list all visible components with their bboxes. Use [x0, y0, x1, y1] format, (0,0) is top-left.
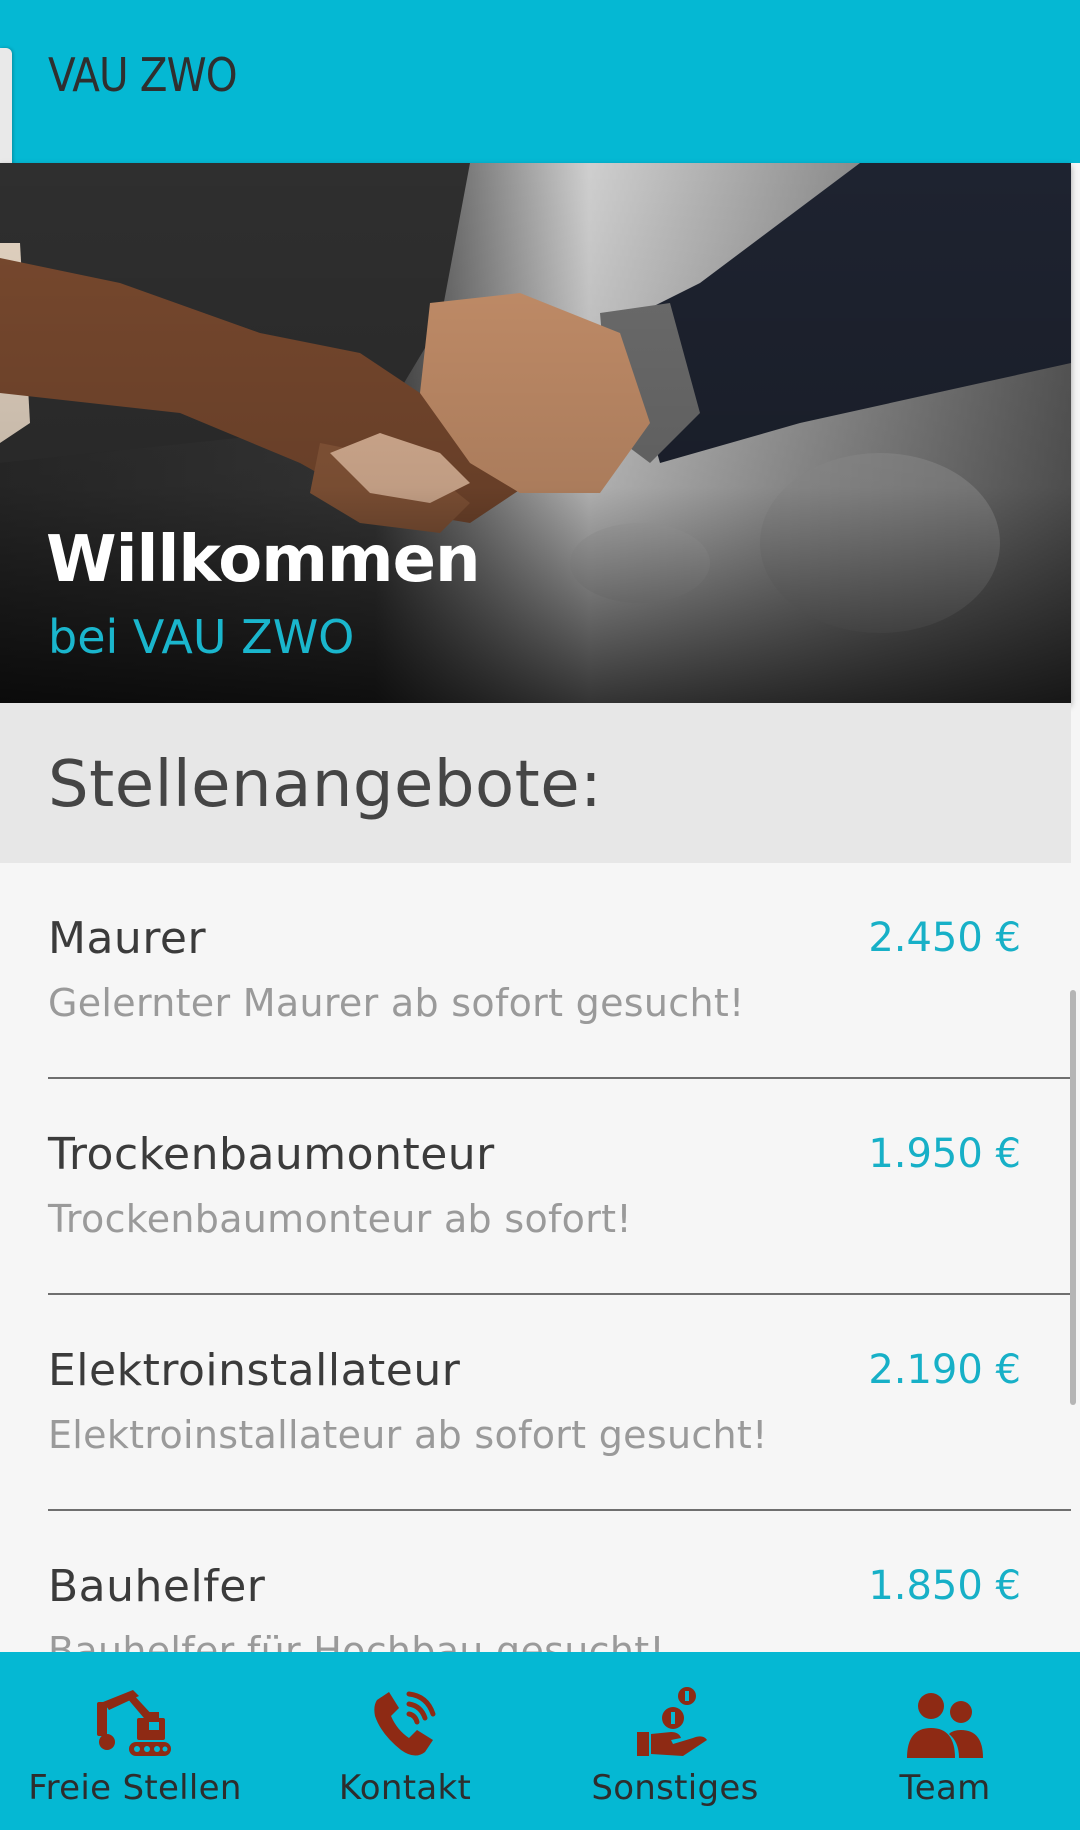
phone-icon: [374, 1691, 436, 1756]
job-title: Trockenbaumonteur: [48, 1129, 495, 1180]
nav-item-sonstiges[interactable]: Sonstiges: [540, 1652, 810, 1830]
scrollbar[interactable]: [1070, 990, 1076, 1405]
job-list: Maurer 2.450 € Gelernter Maurer ab sofor…: [0, 863, 1071, 1653]
nav-item-freie-stellen[interactable]: Freie Stellen: [0, 1652, 270, 1830]
hero-subtitle: bei VAU ZWO: [48, 610, 355, 664]
job-title: Maurer: [48, 913, 207, 964]
job-title: Bauhelfer: [48, 1561, 266, 1612]
job-salary: 2.450 €: [868, 915, 1021, 961]
nav-item-team[interactable]: Team: [810, 1652, 1080, 1830]
job-description: Gelernter Maurer ab sofort gesucht!: [48, 981, 745, 1025]
job-description: Bauhelfer für Hochbau gesucht!: [48, 1629, 665, 1653]
job-list-item[interactable]: Trockenbaumonteur 1.950 € Trockenbaumont…: [0, 1079, 1071, 1295]
job-salary: 1.950 €: [868, 1131, 1021, 1177]
job-list-item[interactable]: Maurer 2.450 € Gelernter Maurer ab sofor…: [0, 863, 1071, 1079]
job-salary: 2.190 €: [868, 1347, 1021, 1393]
app-bar: VAU ZWO: [0, 0, 1080, 163]
bottom-navigation: Freie Stellen Kontakt Sonstiges Team: [0, 1652, 1080, 1830]
nav-label: Kontakt: [338, 1768, 472, 1808]
nav-item-kontakt[interactable]: Kontakt: [270, 1652, 540, 1830]
excavator-icon: [97, 1690, 171, 1756]
app-title: VAU ZWO: [48, 48, 238, 102]
nav-label: Freie Stellen: [28, 1768, 242, 1808]
hero-title: Willkommen: [46, 523, 481, 597]
hero-banner: Willkommen bei VAU ZWO: [0, 163, 1071, 703]
job-description: Trockenbaumonteur ab sofort!: [48, 1197, 632, 1241]
job-salary: 1.850 €: [868, 1563, 1021, 1609]
job-description: Elektroinstallateur ab sofort gesucht!: [48, 1413, 768, 1457]
job-list-item[interactable]: Elektroinstallateur 2.190 € Elektroinsta…: [0, 1295, 1071, 1511]
team-icon: [907, 1693, 983, 1758]
section-header: Stellenangebote:: [0, 703, 1071, 863]
job-title: Elektroinstallateur: [48, 1345, 461, 1396]
hand-coin-icon: [637, 1687, 707, 1756]
job-list-item[interactable]: Bauhelfer 1.850 € Bauhelfer für Hochbau …: [0, 1511, 1071, 1653]
nav-label: Team: [899, 1768, 991, 1808]
nav-label: Sonstiges: [591, 1768, 759, 1808]
section-title: Stellenangebote:: [48, 748, 603, 822]
